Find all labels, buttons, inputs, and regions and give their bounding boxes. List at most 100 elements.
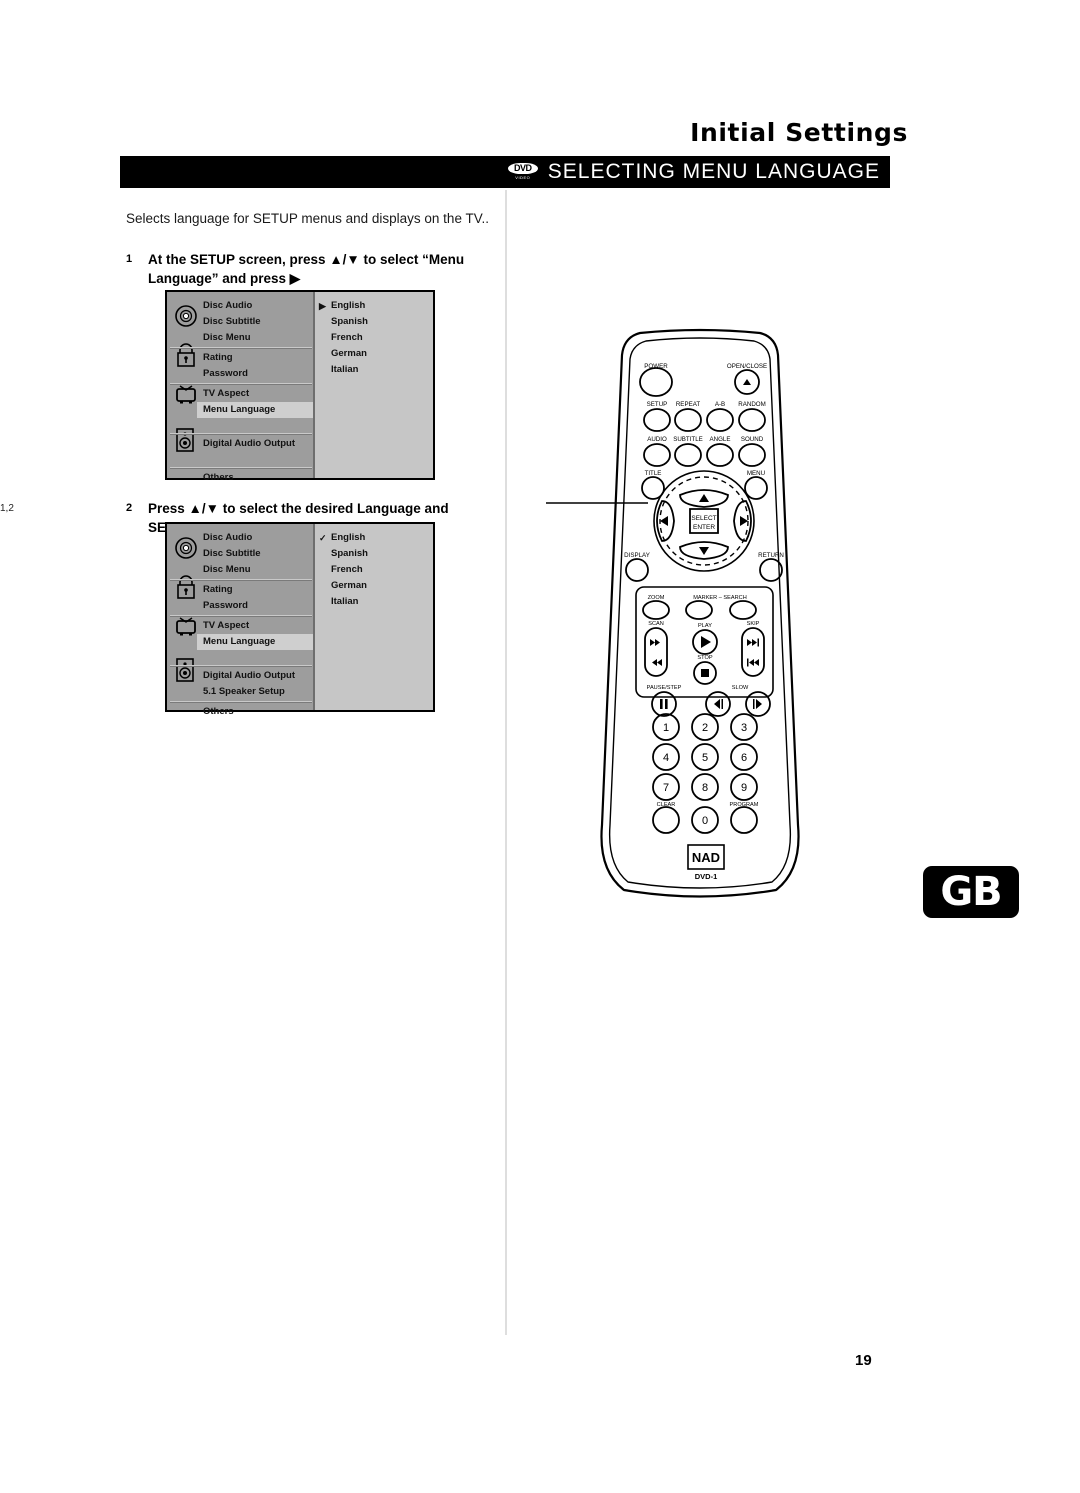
language-option-label: French (331, 332, 363, 343)
menu-item-disc-menu[interactable]: Disc Menu (200, 330, 313, 346)
program-button (730, 806, 758, 834)
up-arrow-icon (699, 494, 709, 502)
language-option-italian[interactable]: Italian (315, 362, 433, 378)
menu-item-disc-subtitle[interactable]: Disc Subtitle (200, 314, 313, 330)
select-enter-label-2: ENTER (693, 524, 715, 531)
menu-item-tv-aspect[interactable]: TV Aspect (200, 618, 313, 634)
menu-item-others[interactable]: Others (200, 704, 313, 720)
subtitle-button (674, 443, 702, 467)
page-number: 19 (855, 1352, 872, 1369)
language-option-german[interactable]: German (315, 578, 433, 594)
setup-screen-2-language-panel: ✓ English Spanish French German Italian (313, 524, 433, 710)
angle-label: ANGLE (710, 436, 731, 443)
language-option-italian[interactable]: Italian (315, 594, 433, 610)
step-1-text: At the SETUP screen, press ▲/▼ to select… (148, 252, 465, 286)
setup-screen-1-menu-list: Disc Audio Disc Subtitle Disc Menu Ratin… (170, 298, 313, 486)
menu-group-separator (170, 579, 312, 581)
title-label: TITLE (645, 470, 662, 477)
language-option-spanish[interactable]: Spanish (315, 314, 433, 330)
menu-item-menu-language[interactable]: Menu Language (197, 634, 313, 650)
step-2-number: 2 (126, 502, 133, 514)
language-option-french[interactable]: French (315, 330, 433, 346)
zoom-label: ZOOM (648, 595, 665, 601)
language-option-german[interactable]: German (315, 346, 433, 362)
intro-text: Selects language for SETUP menus and dis… (126, 211, 489, 226)
menu-item-disc-audio[interactable]: Disc Audio (200, 298, 313, 314)
play-label: PLAY (698, 623, 712, 629)
language-option-label: Spanish (331, 316, 368, 327)
language-option-label: Italian (331, 364, 359, 375)
scan-forward-icon (650, 639, 660, 646)
marker-button (685, 600, 713, 620)
column-divider (505, 190, 507, 1335)
pause-step-button (651, 691, 677, 717)
slow-reverse-icon (714, 699, 723, 709)
menu-item-tv-aspect[interactable]: TV Aspect (200, 386, 313, 402)
menu-item-disc-menu[interactable]: Disc Menu (200, 562, 313, 578)
keypad-9-label: 9 (741, 782, 747, 794)
disc-icon (174, 304, 198, 333)
random-label: RANDOM (738, 401, 766, 408)
dvd-logo-top-text: DVD (507, 163, 538, 174)
menu-item-rating[interactable]: Rating (200, 350, 313, 366)
menu-group-separator (170, 615, 312, 617)
setup-label: SETUP (647, 401, 668, 408)
scan-reverse-icon (652, 659, 662, 666)
dvd-video-logo-icon: DVD VIDEO (507, 162, 538, 182)
menu-item-password[interactable]: Password (200, 366, 313, 382)
setup-screen-1-icon-column (172, 292, 202, 478)
remote-control-figure: .bl { fill:none; stroke:#000; stroke-wid… (540, 325, 860, 915)
keypad-8-label: 8 (702, 782, 708, 794)
setup-screen-2-icon-column (172, 524, 202, 710)
menu-item-menu-language[interactable]: Menu Language (197, 402, 313, 418)
menu-group-separator (170, 467, 312, 469)
sound-label: SOUND (741, 436, 764, 443)
clear-button (652, 806, 680, 834)
dvd-logo-bottom-text: VIDEO (515, 175, 531, 180)
language-option-french[interactable]: French (315, 562, 433, 578)
menu-group-separator (170, 347, 312, 349)
scan-button (644, 627, 668, 677)
language-option-label: English (331, 532, 366, 543)
keypad-0-label: 0 (702, 815, 708, 827)
speaker-icon (174, 657, 196, 688)
language-option-spanish[interactable]: Spanish (315, 546, 433, 562)
menu-item-digital-audio-output[interactable]: Digital Audio Output (200, 668, 313, 684)
callout-label-1-2: 1,2 (0, 503, 14, 514)
language-option-english[interactable]: ▶ English (315, 298, 433, 314)
setup-screen-2-category-panel: Disc Audio Disc Subtitle Disc Menu Ratin… (167, 524, 313, 717)
region-badge-gb: GB (923, 866, 1019, 918)
section-title: SELECTING MENU LANGUAGE (547, 160, 880, 183)
step-1-number: 1 (126, 253, 133, 265)
menu-group-separator (170, 383, 312, 385)
menu-item-password[interactable]: Password (200, 598, 313, 614)
menu-item-disc-subtitle[interactable]: Disc Subtitle (200, 546, 313, 562)
keypad-3-label: 3 (741, 722, 747, 734)
language-option-label: German (331, 580, 367, 591)
audio-label: AUDIO (647, 436, 667, 443)
stop-icon (701, 669, 709, 677)
language-option-english[interactable]: ✓ English (315, 530, 433, 546)
slow-forward-icon (753, 699, 762, 709)
selection-arrow-icon: ▶ (319, 301, 326, 311)
marker-search-label: MARKER – SEARCH (693, 595, 746, 601)
menu-item-speaker-setup[interactable]: 5.1 Speaker Setup (200, 684, 313, 700)
menu-group-separator (170, 665, 312, 667)
audio-button (643, 443, 671, 467)
menu-item-digital-audio-output[interactable]: Digital Audio Output (200, 436, 313, 452)
ab-button (706, 408, 734, 432)
return-label: RETURN (758, 552, 784, 559)
menu-item-rating[interactable]: Rating (200, 582, 313, 598)
open-close-label: OPEN/CLOSE (727, 363, 767, 370)
subtitle-label: SUBTITLE (673, 436, 703, 443)
keypad-2-label: 2 (702, 722, 708, 734)
menu-item-disc-audio[interactable]: Disc Audio (200, 530, 313, 546)
menu-item-others[interactable]: Others (200, 470, 313, 486)
display-label: DISPLAY (624, 552, 650, 559)
step-1: 1 At the SETUP screen, press ▲/▼ to sele… (126, 250, 521, 288)
scan-label: SCAN (648, 621, 664, 627)
speaker-icon (174, 427, 196, 458)
tv-icon (174, 613, 198, 642)
keypad-4-label: 4 (663, 752, 669, 764)
setup-screen-2-menu-list: Disc Audio Disc Subtitle Disc Menu Ratin… (170, 530, 313, 720)
